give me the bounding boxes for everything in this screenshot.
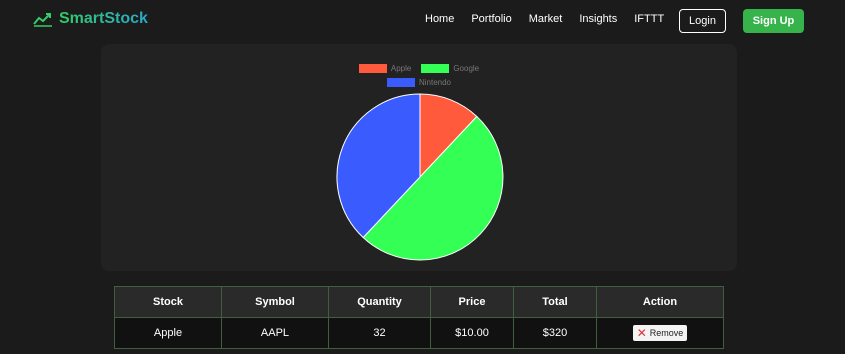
cell-action: ✕ Remove (596, 317, 724, 349)
signup-button[interactable]: Sign Up (743, 9, 804, 33)
header-price: Price (430, 286, 514, 318)
navbar: SmartStock Home Portfolio Market Insight… (0, 0, 845, 42)
app-window: SmartStock Home Portfolio Market Insight… (0, 0, 849, 354)
nav-link-home[interactable]: Home (425, 13, 454, 25)
legend-swatch-apple (358, 63, 387, 73)
legend-label-google: Google (453, 63, 480, 73)
portfolio-chart-card: Apple Google Nintendo (101, 44, 737, 271)
chart-legend: Apple Google Nintendo (101, 61, 737, 89)
legend-label-apple: Apple (390, 63, 412, 73)
cell-quantity: 32 (328, 317, 431, 349)
table-row: Apple AAPL 32 $10.00 $320 ✕ Remove (114, 317, 724, 349)
header-symbol: Symbol (221, 286, 329, 318)
close-icon: ✕ (636, 326, 647, 340)
nav-link-portfolio[interactable]: Portfolio (471, 13, 511, 25)
remove-label: Remove (649, 328, 684, 338)
trend-chart-icon (33, 13, 52, 27)
legend-item-nintendo[interactable]: Nintendo (386, 77, 452, 87)
nav-link-ifttt[interactable]: IFTTT (634, 13, 664, 25)
header-action: Action (596, 286, 724, 318)
holdings-table: Stock Symbol Quantity Price Total Action… (114, 286, 724, 349)
login-button[interactable]: Login (679, 9, 726, 33)
header-quantity: Quantity (328, 286, 431, 318)
holdings-table-wrap: Stock Symbol Quantity Price Total Action… (114, 286, 724, 349)
cell-symbol: AAPL (221, 317, 329, 349)
legend-row-1: Apple Google (101, 61, 737, 75)
remove-button[interactable]: ✕ Remove (632, 325, 688, 341)
header-total: Total (513, 286, 597, 318)
legend-label-nintendo: Nintendo (418, 77, 452, 87)
table-header-row: Stock Symbol Quantity Price Total Action (114, 286, 724, 318)
legend-swatch-nintendo (386, 77, 415, 87)
nav-link-market[interactable]: Market (529, 13, 563, 25)
pie-chart (336, 93, 504, 261)
header-stock: Stock (114, 286, 222, 318)
brand-logo[interactable]: SmartStock (33, 10, 148, 28)
brand-name: SmartStock (59, 10, 148, 27)
nav-link-insights[interactable]: Insights (579, 13, 617, 25)
cell-total: $320 (513, 317, 597, 349)
cell-stock: Apple (114, 317, 222, 349)
nav-links: Home Portfolio Market Insights IFTTT (425, 13, 664, 25)
legend-swatch-google (421, 63, 450, 73)
legend-item-apple[interactable]: Apple (358, 63, 412, 73)
legend-item-google[interactable]: Google (421, 63, 480, 73)
cell-price: $10.00 (430, 317, 514, 349)
legend-row-2: Nintendo (101, 75, 737, 89)
